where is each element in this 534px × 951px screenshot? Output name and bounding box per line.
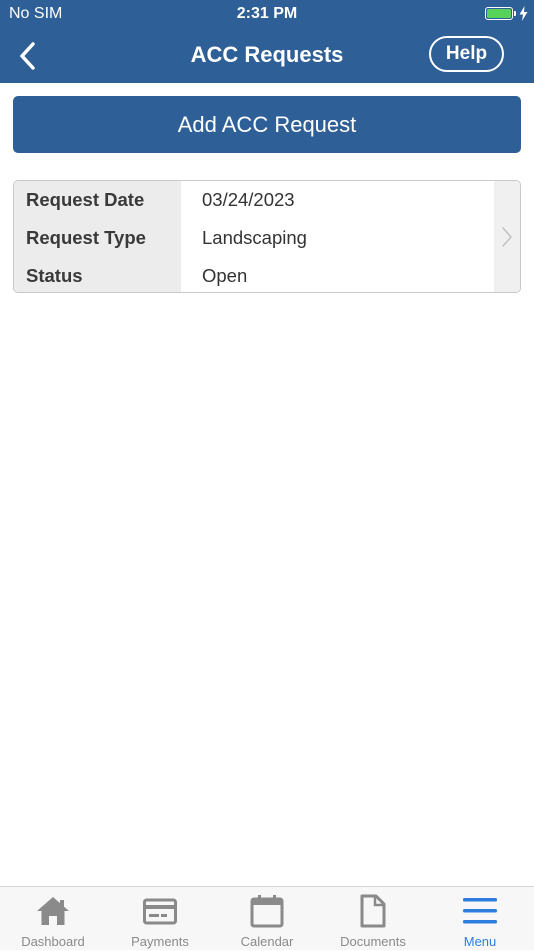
tab-menu[interactable]: Menu bbox=[427, 887, 533, 951]
tab-bar: Dashboard Payments Calendar Documents Me… bbox=[0, 886, 534, 950]
help-button[interactable]: Help bbox=[429, 36, 504, 72]
tab-payments-label: Payments bbox=[131, 934, 189, 949]
tab-documents-label: Documents bbox=[340, 934, 406, 949]
status-label: Status bbox=[26, 265, 83, 286]
status-value: Open bbox=[202, 265, 248, 286]
status-bar: No SIM 2:31 PM bbox=[0, 0, 534, 28]
tab-menu-label: Menu bbox=[463, 934, 497, 949]
menu-icon bbox=[463, 898, 497, 924]
request-date-value: 03/24/2023 bbox=[202, 189, 295, 210]
tab-calendar-label: Calendar bbox=[240, 934, 294, 949]
chevron-right-icon bbox=[502, 226, 512, 247]
add-acc-request-button[interactable]: Add ACC Request bbox=[13, 96, 521, 153]
request-type-value: Landscaping bbox=[202, 227, 307, 248]
status-time: 2:31 PM bbox=[236, 5, 298, 22]
request-date-label: Request Date bbox=[26, 189, 145, 210]
home-icon bbox=[37, 897, 69, 925]
request-card-disclosure bbox=[494, 181, 520, 292]
nav-bar: ACC Requests Help bbox=[0, 28, 534, 83]
tab-dashboard[interactable]: Dashboard bbox=[0, 887, 106, 951]
calendar-icon bbox=[250, 895, 284, 928]
credit-card-icon bbox=[143, 898, 177, 925]
request-type-label: Request Type bbox=[26, 227, 146, 248]
tab-calendar[interactable]: Calendar bbox=[214, 887, 320, 951]
charging-bolt-icon bbox=[519, 6, 528, 21]
tab-payments[interactable]: Payments bbox=[107, 887, 213, 951]
request-card[interactable]: Request Date 03/24/2023 Request Type Lan… bbox=[13, 180, 521, 293]
document-icon bbox=[360, 894, 386, 928]
tab-documents[interactable]: Documents bbox=[320, 887, 426, 951]
tab-dashboard-label: Dashboard bbox=[21, 934, 85, 949]
app-header: No SIM 2:31 PM ACC Requests Help bbox=[0, 0, 534, 83]
battery-icon bbox=[485, 7, 516, 20]
